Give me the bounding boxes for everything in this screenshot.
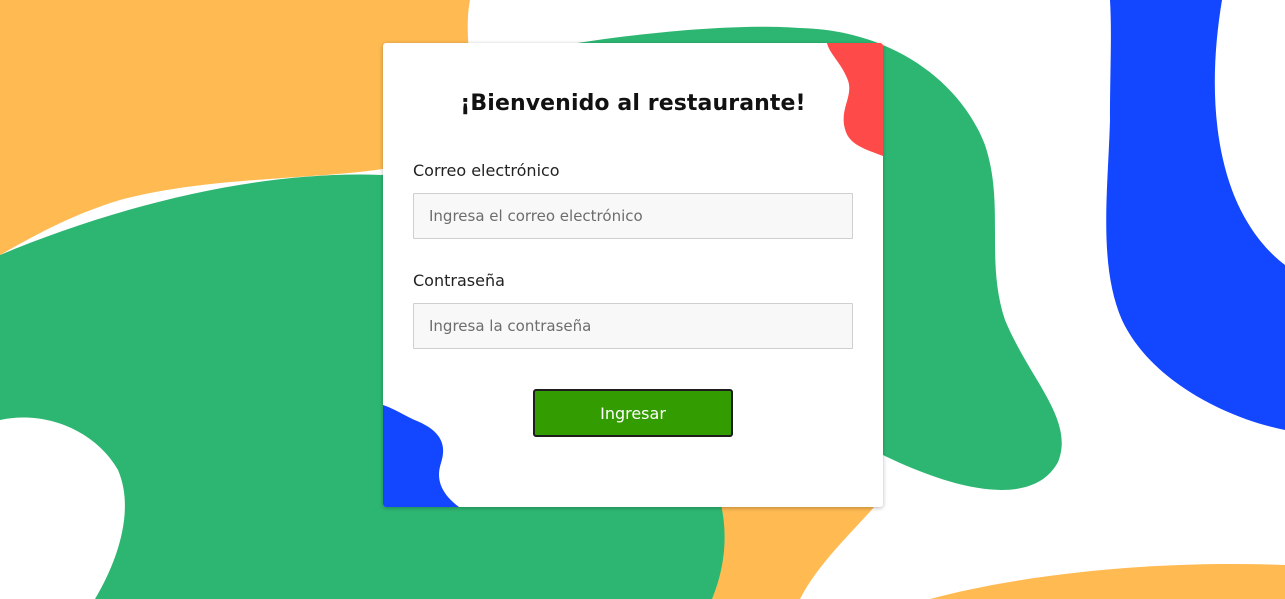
login-page: ¡Bienvenido al restaurante! Correo elect… (0, 0, 1285, 599)
blue-corner-blob (383, 405, 459, 507)
password-field[interactable] (413, 303, 853, 349)
page-title: ¡Bienvenido al restaurante! (460, 91, 806, 116)
login-button[interactable]: Ingresar (533, 389, 733, 437)
email-label: Correo electrónico (413, 161, 560, 180)
blue-blob (1106, 0, 1285, 430)
password-label: Contraseña (413, 271, 505, 290)
yellow-blob-bottom-right (930, 564, 1285, 599)
login-card: ¡Bienvenido al restaurante! Correo elect… (383, 43, 883, 507)
email-field[interactable] (413, 193, 853, 239)
